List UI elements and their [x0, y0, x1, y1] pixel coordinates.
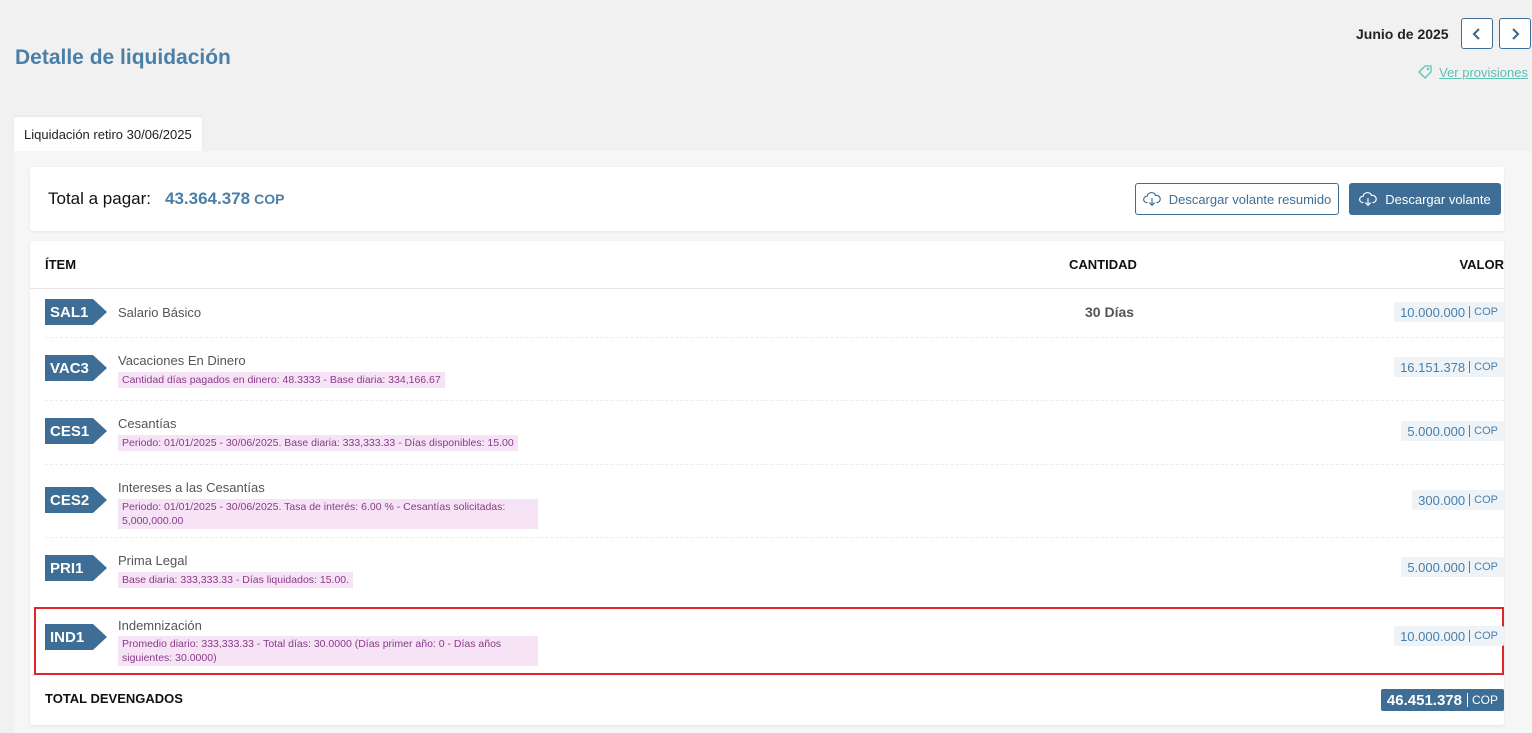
- table-row: PRI1 Prima Legal Base diaria: 333,333.33…: [30, 538, 1504, 601]
- chevron-left-icon: [1472, 27, 1480, 40]
- next-period-button[interactable]: [1499, 18, 1531, 49]
- table-row: CES1 Cesantías Periodo: 01/01/2025 - 30/…: [30, 401, 1504, 464]
- item-description: Indemnización: [118, 618, 202, 633]
- cloud-download-icon: [1359, 192, 1378, 207]
- column-header-value: VALOR: [1459, 257, 1504, 272]
- item-note: Periodo: 01/01/2025 - 30/06/2025. Base d…: [118, 435, 518, 451]
- page-title: Detalle de liquidación: [15, 46, 231, 69]
- table-row: VAC3 Vacaciones En Dinero Cantidad días …: [30, 338, 1504, 400]
- table-row: SAL1 Salario Básico 30 Días 10.000.000 CO…: [30, 289, 1504, 337]
- total-devengados-label: TOTAL DEVENGADOS: [45, 691, 183, 706]
- item-code: PRI1: [45, 555, 107, 581]
- item-value: 10.000.000 COP: [1394, 626, 1504, 646]
- item-description: Intereses a las Cesantías: [118, 480, 265, 495]
- download-summary-label: Descargar volante resumido: [1168, 191, 1332, 207]
- item-note: Promedio diario: 333,333.33 - Total días…: [118, 636, 538, 666]
- prev-period-button[interactable]: [1461, 18, 1493, 49]
- tab-liquidacion-retiro[interactable]: Liquidación retiro 30/06/2025: [14, 117, 202, 151]
- item-code: CES1: [45, 418, 107, 444]
- item-value: 5.000.000 COP: [1401, 557, 1504, 577]
- item-value: 300.000 COP: [1412, 490, 1504, 510]
- item-code: CES2: [45, 487, 107, 513]
- column-header-quantity: CANTIDAD: [1069, 257, 1137, 272]
- download-button[interactable]: Descargar volante: [1349, 183, 1501, 215]
- item-value: 10.000.000 COP: [1394, 302, 1504, 322]
- tag-icon: [1418, 65, 1432, 79]
- item-value: 5.000.000 COP: [1401, 421, 1504, 441]
- view-provisions-label: Ver provisiones: [1439, 64, 1528, 80]
- item-code: VAC3: [45, 355, 107, 381]
- download-summary-button[interactable]: Descargar volante resumido: [1135, 183, 1339, 215]
- content-panel: Total a pagar: 43.364.378 COP Descargar v…: [14, 151, 1532, 733]
- item-note: Periodo: 01/01/2025 - 30/06/2025. Tasa d…: [118, 499, 538, 529]
- item-note: Base diaria: 333,333.33 - Días liquidado…: [118, 572, 354, 588]
- item-quantity: 30 Días: [1085, 304, 1135, 320]
- total-devengados-value: 46.451.378 COP: [1380, 689, 1504, 711]
- table-row: IND1 Indemnización Promedio diario: 333,…: [30, 609, 1504, 675]
- item-description: Prima Legal: [118, 553, 188, 568]
- summary-card: Total a pagar: 43.364.378 COP Descargar v…: [30, 167, 1504, 231]
- total-label: Total a pagar:: [48, 189, 152, 208]
- download-label: Descargar volante: [1385, 191, 1491, 207]
- item-code: SAL1: [45, 299, 107, 325]
- item-note: Cantidad días pagados en dinero: 48.3333…: [118, 372, 445, 388]
- total-currency: COP: [254, 191, 285, 207]
- item-description: Vacaciones En Dinero: [118, 353, 246, 368]
- table-row: CES2 Intereses a las Cesantías Periodo: …: [30, 465, 1504, 537]
- view-provisions-link[interactable]: Ver provisiones: [1417, 64, 1528, 80]
- period-label: Junio de 2025: [1356, 26, 1449, 42]
- item-description: Cesantías: [118, 416, 177, 431]
- chevron-right-icon: [1512, 27, 1520, 40]
- item-value: 16.151.378 COP: [1394, 357, 1504, 377]
- item-description: Salario Básico: [118, 305, 202, 320]
- item-code: IND1: [45, 624, 107, 650]
- cloud-download-icon: [1142, 192, 1161, 207]
- total-value: 43.364.378 COP: [165, 189, 285, 208]
- column-header-item: ÍTEM: [45, 257, 77, 272]
- items-table: ÍTEM CANTIDAD VALOR SAL1 Salario Básico …: [30, 241, 1504, 725]
